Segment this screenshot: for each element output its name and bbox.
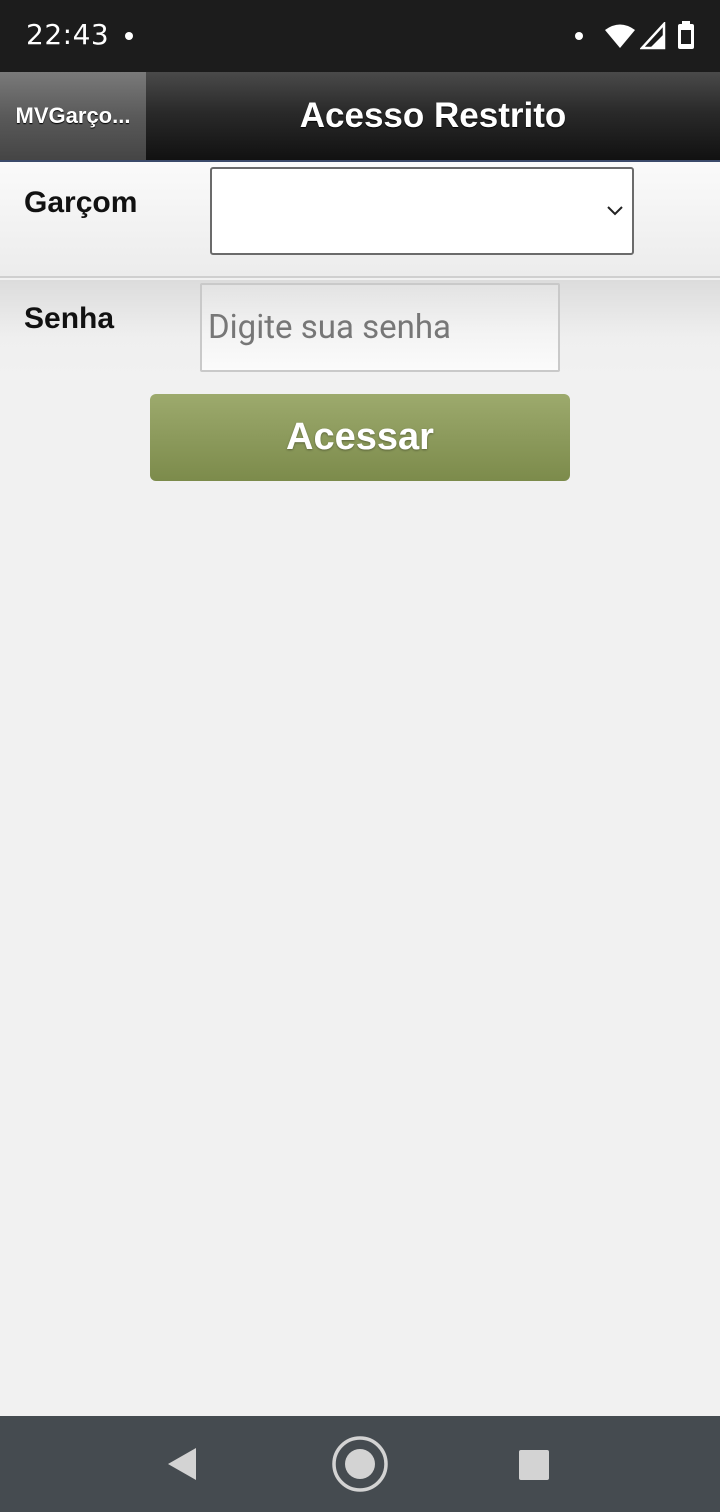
page-title-text: Acesso Restrito [299, 96, 567, 135]
signal-icon [640, 22, 666, 50]
garcom-label: Garçom [24, 186, 138, 219]
senha-label: Senha [24, 302, 115, 335]
battery-icon [678, 21, 694, 49]
senha-row: Senha [0, 280, 720, 376]
page-title: Acesso Restrito [146, 72, 720, 160]
password-input[interactable] [200, 283, 560, 372]
navigation-bar [0, 1416, 720, 1512]
status-time: 22:43 [26, 18, 110, 51]
status-bar: 22:43 [0, 0, 720, 72]
back-triangle-icon[interactable] [166, 1446, 198, 1482]
notification-dot-icon [125, 32, 133, 40]
app-header: MVGarço... Acesso Restrito [0, 72, 720, 162]
home-circle-icon[interactable] [331, 1435, 389, 1493]
chevron-down-icon [607, 206, 623, 216]
recents-square-icon[interactable] [518, 1449, 550, 1481]
back-button[interactable]: MVGarço... [0, 72, 146, 160]
acessar-button[interactable]: Acessar [150, 394, 570, 481]
garcom-select[interactable] [210, 167, 634, 255]
garcom-row: Garçom [0, 162, 720, 278]
notification-dot-icon [575, 32, 583, 40]
wifi-icon [605, 24, 635, 48]
